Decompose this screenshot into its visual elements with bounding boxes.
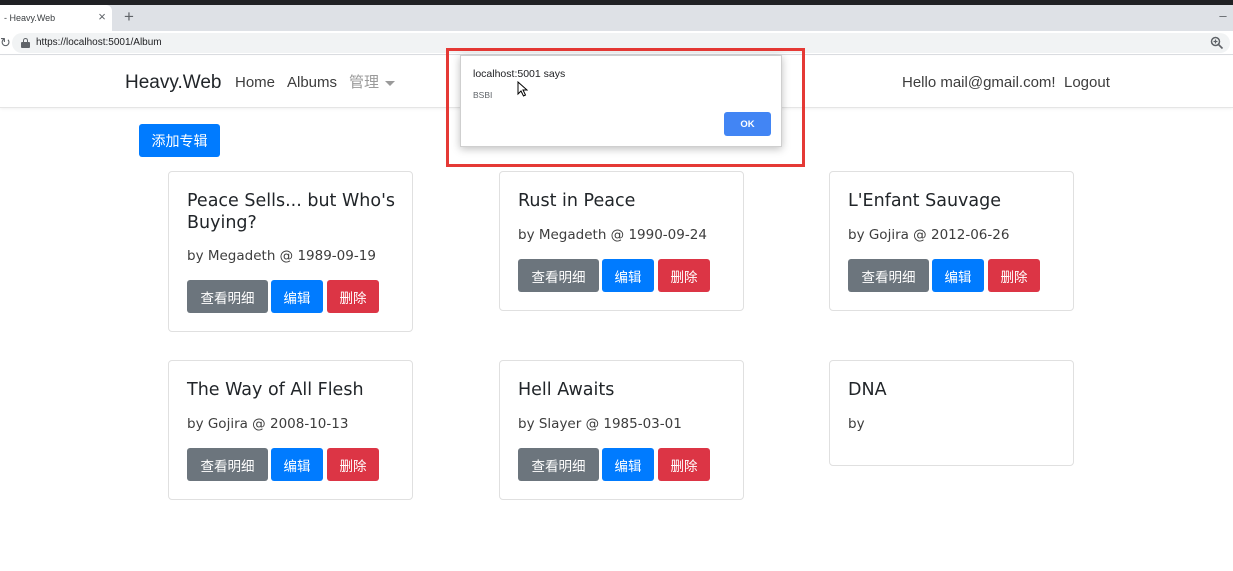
- delete-button[interactable]: 删除: [327, 448, 379, 481]
- dialog-title: localhost:5001 says: [473, 68, 566, 80]
- user-greeting: Hello mail@gmail.com!: [902, 74, 1056, 91]
- view-details-button[interactable]: 查看明细: [518, 448, 599, 481]
- album-subtitle: by Gojira @ 2008-10-13: [187, 416, 349, 432]
- album-card: Rust in Peace by Megadeth @ 1990-09-24 查…: [499, 171, 744, 311]
- url-text[interactable]: https://localhost:5001/Album: [36, 36, 162, 50]
- dialog-message: BSBI: [473, 90, 493, 100]
- add-album-button[interactable]: 添加专辑: [139, 124, 220, 157]
- tab-close-icon[interactable]: ×: [94, 9, 110, 25]
- view-details-button[interactable]: 查看明细: [518, 259, 599, 292]
- edit-button[interactable]: 编辑: [932, 259, 984, 292]
- nav-manage-dropdown[interactable]: 管理: [349, 73, 396, 93]
- album-title: The Way of All Flesh: [187, 380, 364, 400]
- album-card: DNA by: [829, 360, 1074, 466]
- album-title: L'Enfant Sauvage: [848, 191, 1001, 211]
- lock-icon[interactable]: [21, 38, 30, 48]
- album-subtitle: by: [848, 416, 865, 432]
- delete-button[interactable]: 删除: [988, 259, 1040, 292]
- reload-icon[interactable]: ↻: [0, 34, 10, 52]
- delete-button[interactable]: 删除: [658, 259, 710, 292]
- album-card: The Way of All Flesh by Gojira @ 2008-10…: [168, 360, 413, 500]
- new-tab-icon[interactable]: +: [119, 7, 139, 27]
- edit-button[interactable]: 编辑: [602, 259, 654, 292]
- navbar-brand[interactable]: Heavy.Web: [125, 71, 221, 95]
- tab-strip: - Heavy.Web × + –: [0, 5, 1233, 31]
- album-title: Rust in Peace: [518, 191, 636, 211]
- tab-title: - Heavy.Web: [4, 13, 56, 23]
- zoom-icon[interactable]: [1210, 36, 1224, 50]
- album-card: Peace Sells... but Who's Buying? by Mega…: [168, 171, 413, 332]
- album-title: Hell Awaits: [518, 380, 615, 400]
- view-details-button[interactable]: 查看明细: [187, 280, 268, 313]
- dialog-ok-button[interactable]: OK: [724, 112, 771, 136]
- album-subtitle: by Slayer @ 1985-03-01: [518, 416, 682, 432]
- edit-button[interactable]: 编辑: [602, 448, 654, 481]
- album-subtitle: by Megadeth @ 1989-09-19: [187, 248, 376, 264]
- album-subtitle: by Megadeth @ 1990-09-24: [518, 227, 707, 243]
- browser-tab[interactable]: - Heavy.Web ×: [0, 5, 112, 31]
- alert-dialog: localhost:5001 says BSBI OK: [460, 55, 782, 147]
- window-minimize-icon[interactable]: –: [1216, 7, 1230, 25]
- nav-home-link[interactable]: Home: [235, 73, 275, 93]
- album-title: DNA: [848, 380, 887, 400]
- view-details-button[interactable]: 查看明细: [848, 259, 929, 292]
- edit-button[interactable]: 编辑: [271, 280, 323, 313]
- delete-button[interactable]: 删除: [327, 280, 379, 313]
- logout-link[interactable]: Logout: [1064, 73, 1110, 93]
- view-details-button[interactable]: 查看明细: [187, 448, 268, 481]
- nav-albums-link[interactable]: Albums: [287, 73, 337, 93]
- album-card: L'Enfant Sauvage by Gojira @ 2012-06-26 …: [829, 171, 1074, 311]
- album-subtitle: by Gojira @ 2012-06-26: [848, 227, 1010, 243]
- nav-manage-label: 管理: [349, 74, 380, 91]
- album-card: Hell Awaits by Slayer @ 1985-03-01 查看明细 …: [499, 360, 744, 500]
- edit-button[interactable]: 编辑: [271, 448, 323, 481]
- caret-down-icon: [385, 80, 396, 86]
- mouse-cursor-icon: [517, 81, 528, 97]
- album-title: Peace Sells... but Who's Buying?: [187, 191, 395, 233]
- delete-button[interactable]: 删除: [658, 448, 710, 481]
